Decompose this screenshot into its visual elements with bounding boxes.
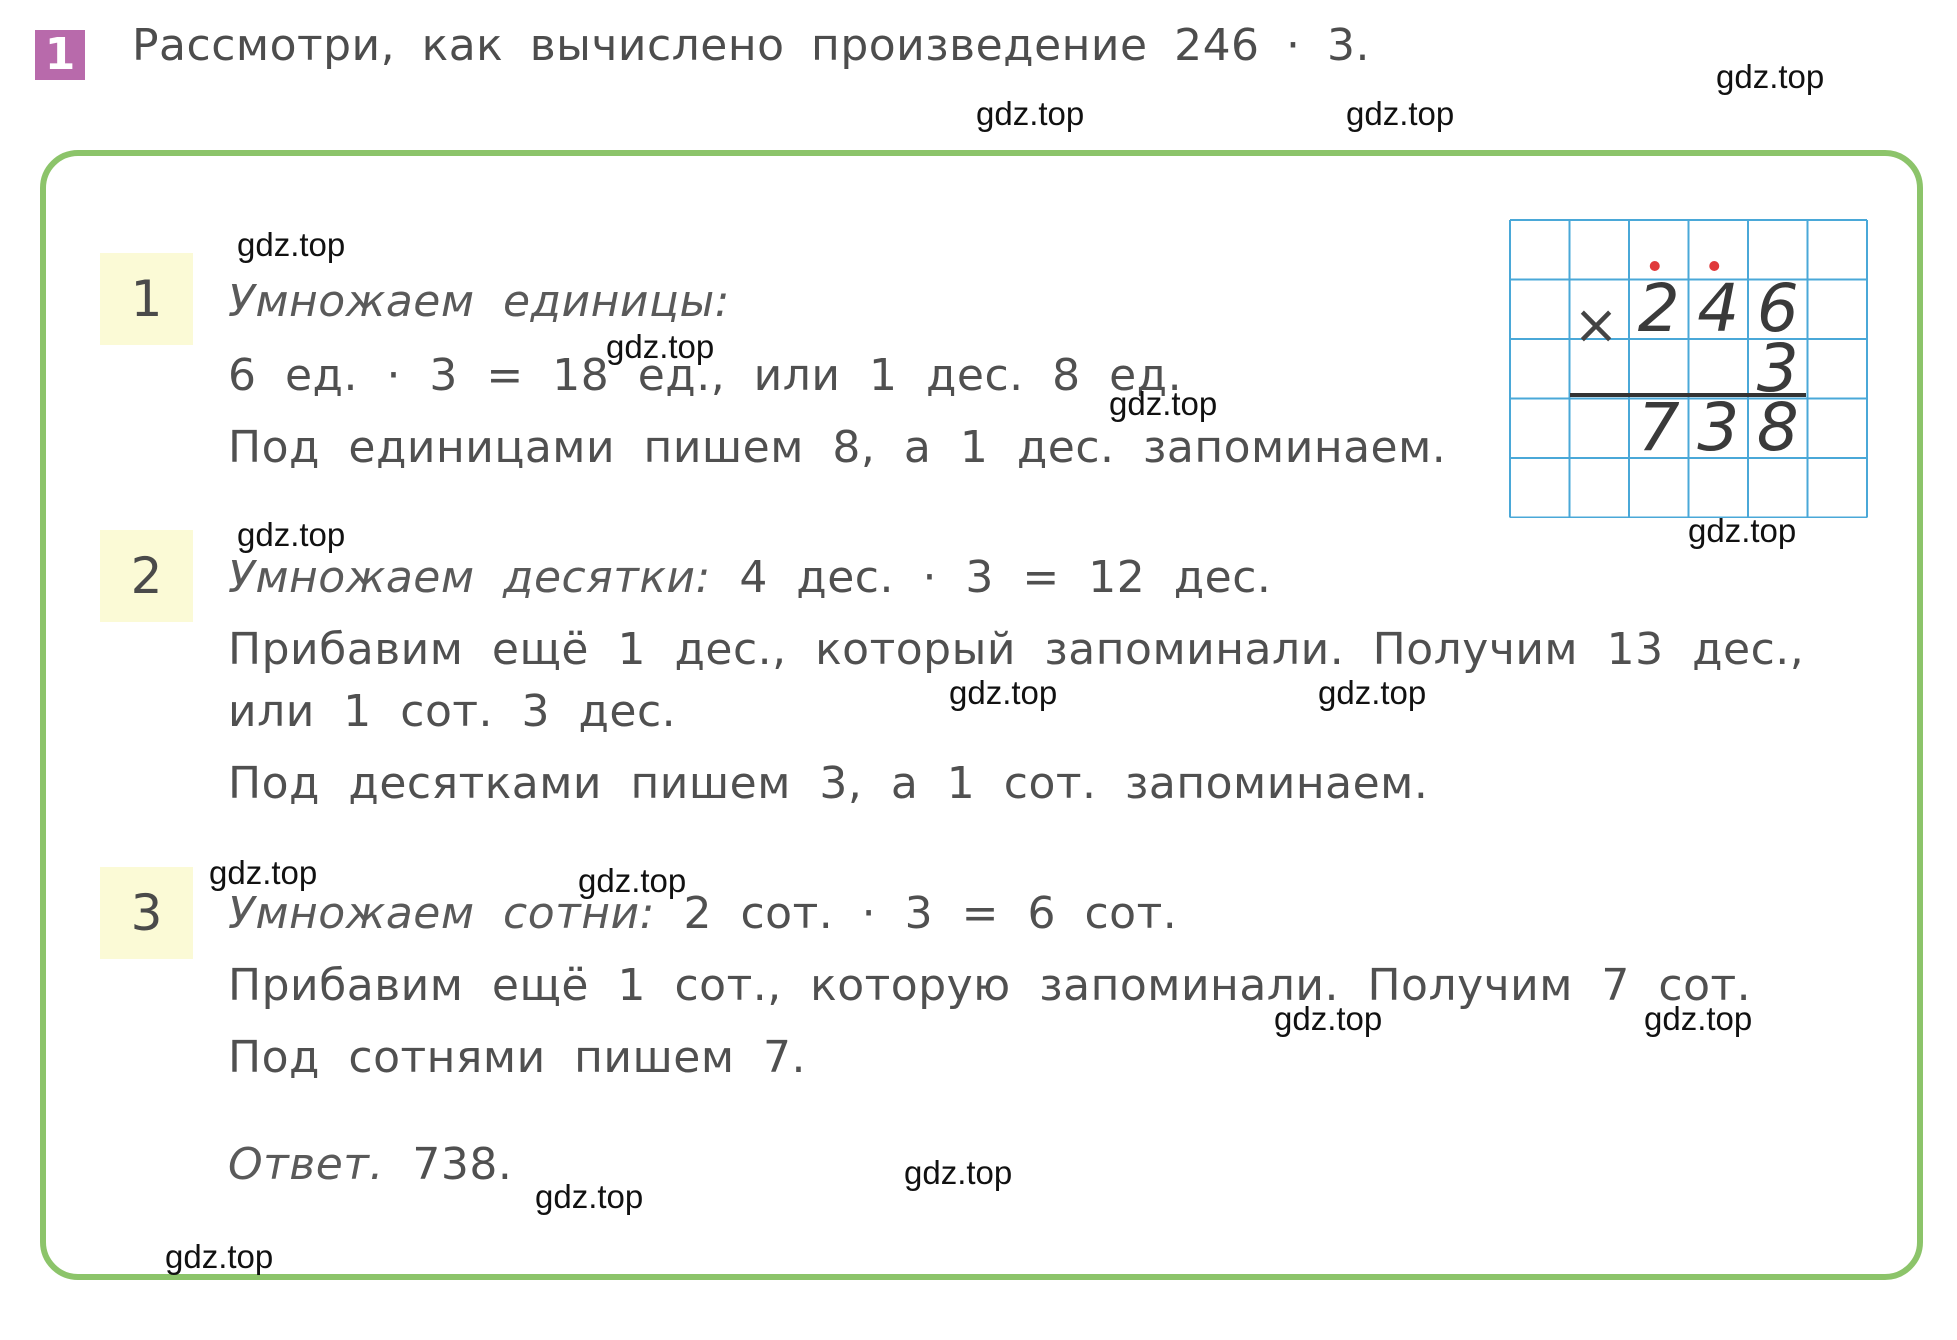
watermark: gdz.top — [1274, 1000, 1383, 1037]
step-2-line-3: Под десятками пишем 3, а 1 сот. запомина… — [228, 758, 1429, 809]
result-digit: 3 — [1697, 389, 1739, 466]
step-1-line-2: Под единицами пишем 8, а 1 дес. запомина… — [228, 422, 1447, 473]
step-2-line-2: или 1 сот. 3 дес. — [228, 686, 677, 737]
watermark: gdz.top — [1318, 674, 1427, 711]
watermark: gdz.top — [237, 516, 346, 553]
answer: Ответ. 738. — [228, 1139, 512, 1190]
digits: 2 4 637 3 8 — [1638, 270, 1799, 466]
watermark: gdz.top — [209, 854, 318, 891]
watermark: gdz.top — [1716, 58, 1825, 95]
watermark: gdz.top — [1644, 1000, 1753, 1037]
task-title: Рассмотри, как вычислено произведение 24… — [132, 20, 1370, 71]
step-3-line-2: Под сотнями пишем 7. — [228, 1032, 807, 1083]
watermark: gdz.top — [949, 674, 1058, 711]
watermark: gdz.top — [165, 1238, 274, 1275]
watermark: gdz.top — [1109, 385, 1218, 422]
task-number-badge: 1 — [35, 30, 85, 80]
grid-lines — [1509, 219, 1868, 518]
multiplicand-digit: 2 — [1638, 270, 1680, 347]
answer-label: Ответ. — [228, 1139, 384, 1190]
watermark: gdz.top — [1688, 512, 1797, 549]
step-2-heading-label: Умножаем десятки: — [228, 552, 711, 603]
multiplicand-digit: 4 — [1697, 270, 1739, 347]
result-digit: 7 — [1638, 389, 1680, 466]
step-3-heading: Умножаем сотни: 2 сот. · 3 = 6 сот. — [228, 888, 1177, 939]
watermark: gdz.top — [606, 328, 715, 365]
watermark: gdz.top — [237, 226, 346, 263]
watermark: gdz.top — [1346, 95, 1455, 132]
step-2-heading-rest: 4 дес. · 3 = 12 дес. — [710, 552, 1272, 603]
step-badge-1: 1 — [100, 253, 193, 345]
multiply-sign: × — [1573, 293, 1618, 356]
watermark: gdz.top — [976, 95, 1085, 132]
step-3-heading-rest: 2 сот. · 3 = 6 сот. — [654, 888, 1178, 939]
watermark: gdz.top — [535, 1178, 644, 1215]
step-1-heading: Умножаем единицы: — [228, 276, 730, 327]
step-2-line-1: Прибавим ещё 1 дес., который запоминали.… — [228, 624, 1805, 675]
step-2-heading: Умножаем десятки: 4 дес. · 3 = 12 дес. — [228, 552, 1271, 603]
result-digit: 8 — [1757, 389, 1799, 466]
answer-value: 738. — [383, 1139, 513, 1190]
step-badge-3: 3 — [100, 867, 193, 959]
watermark: gdz.top — [578, 862, 687, 899]
step-badge-2: 2 — [100, 530, 193, 622]
column-multiplication-grid: × 2 4 637 3 8 — [1509, 219, 1868, 518]
step-3-line-1: Прибавим ещё 1 сот., которую запоминали.… — [228, 960, 1752, 1011]
watermark: gdz.top — [904, 1154, 1013, 1191]
step-1-heading-label: Умножаем единицы: — [228, 276, 731, 327]
